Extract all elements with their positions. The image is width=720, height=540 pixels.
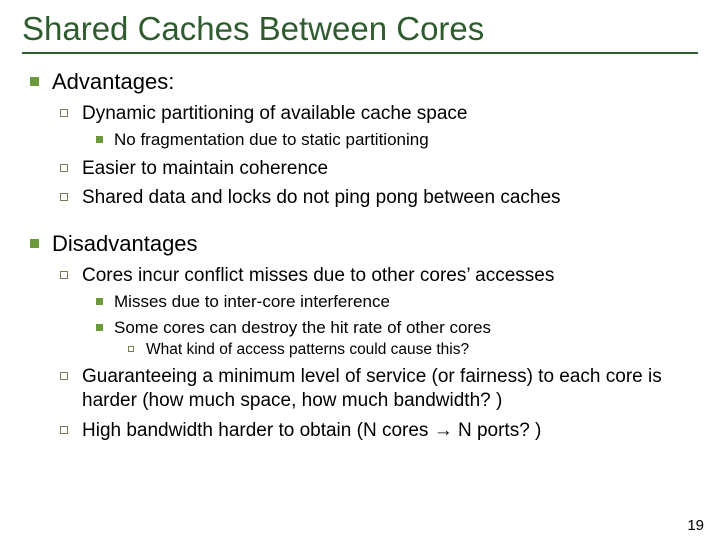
list-item: Misses due to inter-core interference [82, 291, 698, 312]
list-item: Cores incur conflict misses due to other… [52, 264, 698, 360]
item-text: No fragmentation due to static partition… [114, 130, 429, 149]
hollow-square-icon [60, 193, 68, 201]
title-rule [22, 52, 698, 54]
hollow-square-icon [128, 346, 134, 352]
advantages-label: Advantages: [52, 69, 174, 94]
item-text: Misses due to inter-core interference [114, 292, 390, 311]
item-text: High bandwidth harder to obtain (N cores… [82, 420, 541, 441]
hollow-square-icon [60, 271, 68, 279]
list-item: Some cores can destroy the hit rate of o… [82, 317, 698, 360]
disadvantages-item: Disadvantages Cores incur conflict misse… [22, 230, 698, 442]
slide-title: Shared Caches Between Cores [22, 10, 698, 48]
square-bullet-icon [30, 77, 39, 86]
item-text: Some cores can destroy the hit rate of o… [114, 318, 491, 337]
hollow-square-icon [60, 109, 68, 117]
hollow-square-icon [60, 164, 68, 172]
hollow-square-icon [60, 426, 68, 434]
square-bullet-icon [96, 298, 103, 305]
sublist: What kind of access patterns could cause… [114, 340, 698, 359]
list-item: Shared data and locks do not ping pong b… [52, 186, 698, 210]
square-bullet-icon [96, 324, 103, 331]
item-text: What kind of access patterns could cause… [146, 341, 469, 358]
square-bullet-icon [30, 239, 39, 248]
item-text: Easier to maintain coherence [82, 158, 328, 179]
slide: Shared Caches Between Cores Advantages: … [0, 0, 720, 540]
list-item: Easier to maintain coherence [52, 157, 698, 181]
item-text: Guaranteeing a minimum level of service … [82, 366, 662, 411]
list-item: No fragmentation due to static partition… [82, 129, 698, 150]
disadvantages-label: Disadvantages [52, 231, 198, 256]
list-item: Dynamic partitioning of available cache … [52, 102, 698, 151]
square-bullet-icon [96, 136, 103, 143]
disadvantages-sublist: Cores incur conflict misses due to other… [52, 264, 698, 443]
item-text: Dynamic partitioning of available cache … [82, 103, 468, 124]
item-text: Shared data and locks do not ping pong b… [82, 187, 561, 208]
bullet-list-l1: Advantages: Dynamic partitioning of avai… [22, 68, 698, 442]
hollow-square-icon [60, 372, 68, 380]
item-text: Cores incur conflict misses due to other… [82, 265, 554, 286]
list-item: What kind of access patterns could cause… [114, 340, 698, 359]
spacer [22, 220, 698, 230]
page-number: 19 [687, 517, 704, 534]
advantages-item: Advantages: Dynamic partitioning of avai… [22, 68, 698, 210]
sublist: Misses due to inter-core interference So… [82, 291, 698, 359]
advantages-sublist: Dynamic partitioning of available cache … [52, 102, 698, 211]
list-item: High bandwidth harder to obtain (N cores… [52, 419, 698, 443]
list-item: Guaranteeing a minimum level of service … [52, 365, 698, 413]
sublist: No fragmentation due to static partition… [82, 129, 698, 150]
